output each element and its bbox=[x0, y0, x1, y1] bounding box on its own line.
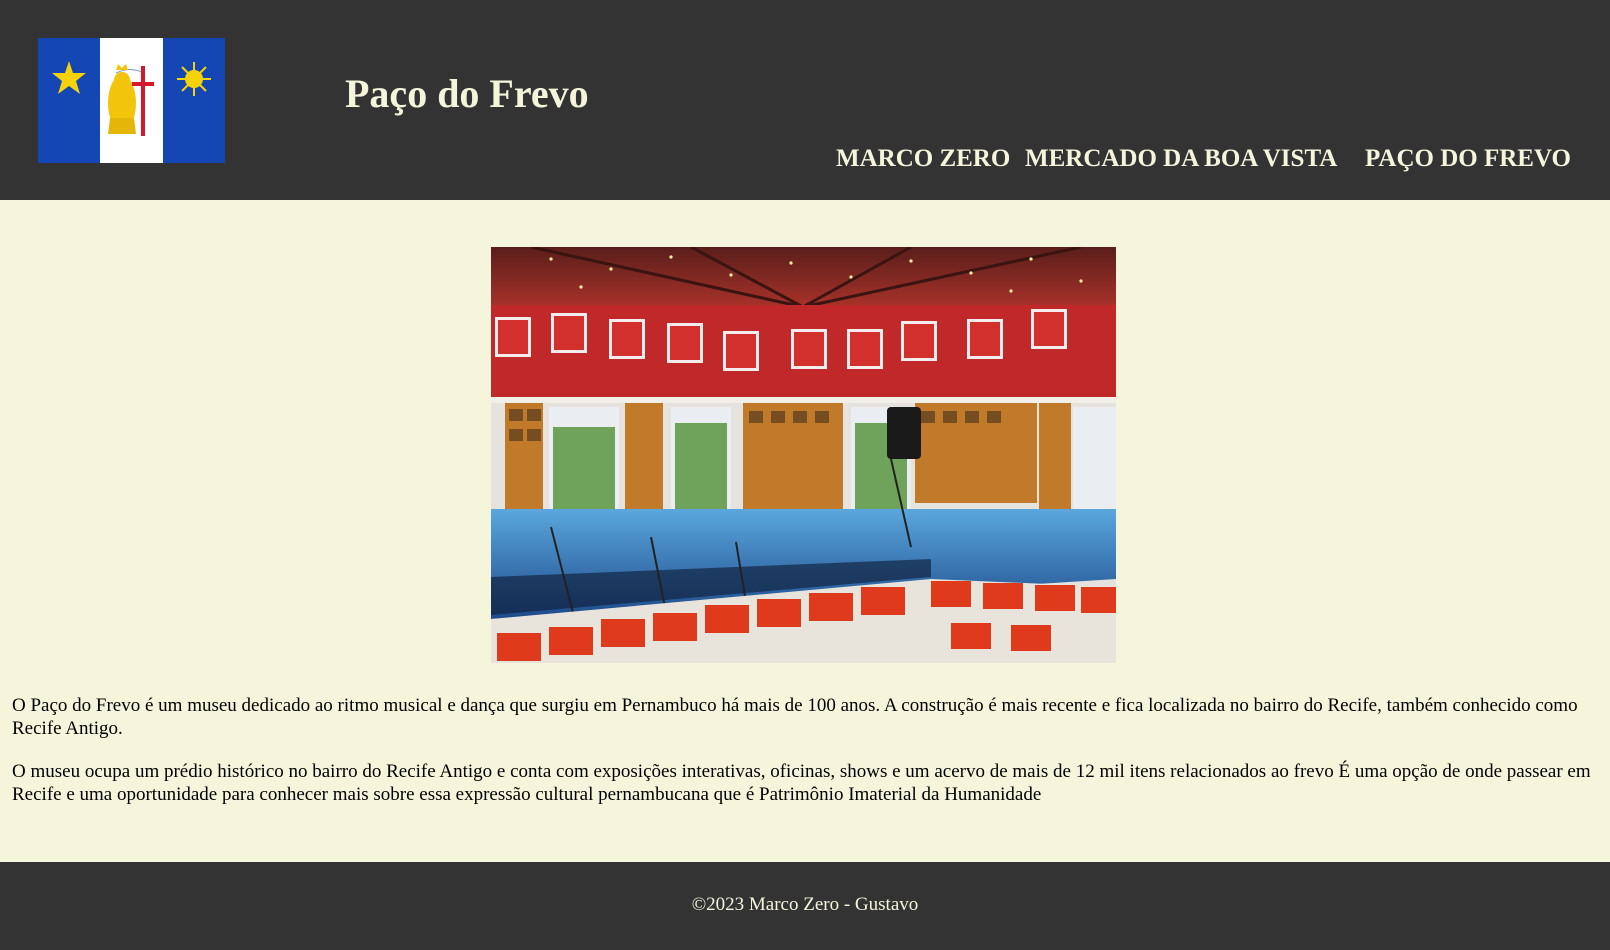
description-paragraph: O Paço do Frevo é um museu dedicado ao r… bbox=[12, 695, 1578, 739]
nav-link-marco-zero[interactable]: MARCO ZERO bbox=[836, 145, 1010, 173]
nav-link-mercado-da-boa-vista[interactable]: MERCADO DA BOA VISTA bbox=[1025, 145, 1337, 173]
museum-photo bbox=[491, 247, 1116, 663]
copyright-text: ©2023 Marco Zero - Gustavo bbox=[691, 894, 919, 915]
pernambuco-flag-logo bbox=[38, 38, 225, 163]
page-title: Paço do Frevo bbox=[345, 71, 589, 116]
site-header: Paço do Frevo MARCO ZERO MERCADO DA BOA … bbox=[0, 0, 1610, 200]
site-footer: ©2023 Marco Zero - Gustavo bbox=[0, 862, 1610, 950]
nav-link-paco-do-frevo[interactable]: PAÇO DO FREVO bbox=[1365, 145, 1571, 173]
description-paragraph: O museu ocupa um prédio histórico no bai… bbox=[12, 761, 1591, 805]
main-content: O Paço do Frevo é um museu dedicado ao r… bbox=[0, 200, 1610, 862]
sun-icon bbox=[177, 62, 211, 96]
